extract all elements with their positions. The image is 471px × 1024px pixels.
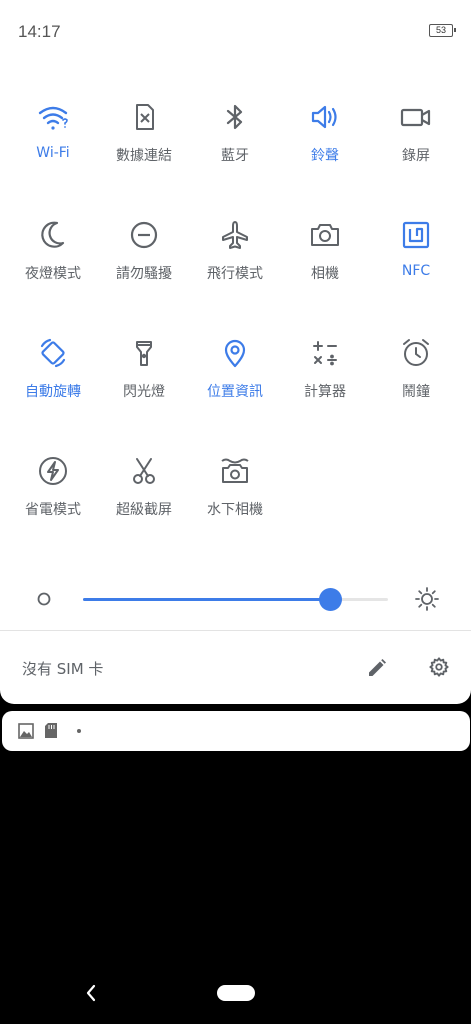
- moon-icon: [36, 218, 70, 252]
- tile-location[interactable]: 位置資訊: [189, 336, 281, 401]
- tile-label: 自動旋轉: [25, 384, 81, 400]
- tile-label: Wi-Fi: [36, 145, 70, 161]
- quick-settings-panel: 14:17 53 Wi-Fi 數據連結 藍牙 鈴聲 錄屏 夜燈模式 請勿騷擾 飛…: [0, 0, 471, 704]
- tile-airplane-mode[interactable]: 飛行模式: [189, 218, 281, 283]
- location-pin-icon: [218, 336, 252, 370]
- flashlight-icon: [127, 336, 161, 370]
- wifi-icon: [36, 100, 70, 134]
- brightness-high-icon: [415, 587, 439, 611]
- tile-label: 水下相機: [207, 502, 263, 518]
- camera-icon: [308, 218, 342, 252]
- divider: [0, 630, 471, 631]
- battery-icon: 53: [429, 24, 456, 37]
- calculator-icon: [308, 336, 342, 370]
- tile-label: 錄屏: [402, 148, 430, 164]
- tile-wifi[interactable]: Wi-Fi: [7, 100, 99, 161]
- tile-underwater-camera[interactable]: 水下相機: [189, 454, 281, 519]
- brightness-slider-thumb[interactable]: [319, 588, 343, 611]
- brightness-slider[interactable]: [83, 588, 388, 611]
- tile-label: 鈴聲: [311, 148, 339, 164]
- volume-icon: [308, 100, 342, 134]
- scissors-icon: [127, 454, 161, 488]
- brightness-fill: [83, 598, 331, 601]
- tile-label: 藍牙: [221, 148, 249, 164]
- tile-label: 計算器: [304, 384, 346, 400]
- edit-pencil-icon[interactable]: [366, 657, 388, 679]
- tile-mobile-data[interactable]: 數據連結: [98, 100, 190, 165]
- sim-card-x-icon: [127, 100, 161, 134]
- tile-do-not-disturb[interactable]: 請勿騷擾: [98, 218, 190, 283]
- sim-status-text: 沒有 SIM 卡: [22, 660, 104, 678]
- status-time: 14:17: [18, 22, 61, 41]
- tile-label: 省電模式: [25, 502, 81, 518]
- do-not-disturb-icon: [127, 218, 161, 252]
- tile-label: 請勿騷擾: [116, 266, 172, 282]
- tile-flashlight[interactable]: 閃光燈: [98, 336, 190, 401]
- brightness-row: [0, 580, 471, 620]
- home-pill-button[interactable]: [217, 985, 255, 1001]
- image-icon: [18, 723, 34, 739]
- tile-battery-saver[interactable]: 省電模式: [7, 454, 99, 519]
- nfc-icon: [399, 218, 433, 252]
- video-camera-icon: [399, 100, 433, 134]
- sd-card-icon: [45, 723, 57, 738]
- tile-label: 超級截屏: [116, 502, 172, 518]
- tile-label: 數據連結: [116, 148, 172, 164]
- battery-saver-icon: [36, 454, 70, 488]
- brightness-low-icon: [37, 592, 51, 606]
- tile-label: 夜燈模式: [25, 266, 81, 282]
- tile-ringtone[interactable]: 鈴聲: [279, 100, 371, 165]
- tile-camera[interactable]: 相機: [279, 218, 371, 283]
- tile-bluetooth[interactable]: 藍牙: [189, 100, 281, 165]
- tile-label: 相機: [311, 266, 339, 282]
- notification-bar[interactable]: [2, 711, 470, 751]
- tile-label: NFC: [401, 263, 431, 279]
- tile-night-light[interactable]: 夜燈模式: [7, 218, 99, 283]
- airplane-icon: [218, 218, 252, 252]
- tile-super-screenshot[interactable]: 超級截屏: [98, 454, 190, 519]
- settings-gear-icon[interactable]: [428, 656, 450, 678]
- tile-label: 鬧鐘: [402, 384, 430, 400]
- rotate-icon: [36, 336, 70, 370]
- bluetooth-icon: [218, 100, 252, 134]
- tile-label: 飛行模式: [207, 266, 263, 282]
- more-notifications-dot: [77, 729, 81, 733]
- tile-screen-record[interactable]: 錄屏: [370, 100, 462, 165]
- tile-label: 位置資訊: [207, 384, 263, 400]
- back-arrow-icon[interactable]: [84, 983, 98, 1003]
- tile-alarm[interactable]: 鬧鐘: [370, 336, 462, 401]
- alarm-clock-icon: [399, 336, 433, 370]
- tile-nfc[interactable]: NFC: [370, 218, 462, 279]
- underwater-camera-icon: [218, 454, 252, 488]
- tile-calculator[interactable]: 計算器: [279, 336, 371, 401]
- tile-label: 閃光燈: [123, 384, 165, 400]
- tile-auto-rotate[interactable]: 自動旋轉: [7, 336, 99, 401]
